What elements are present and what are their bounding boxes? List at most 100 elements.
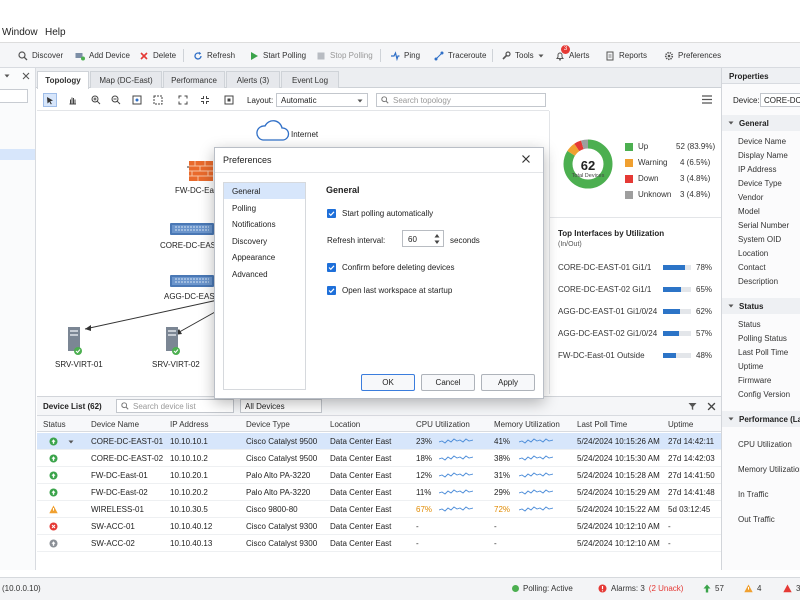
collapse-icon[interactable] xyxy=(198,93,212,107)
open-last-workspace-checkbox[interactable] xyxy=(327,286,336,295)
preferences-button[interactable]: Preferences xyxy=(664,48,721,63)
refresh-interval-stepper[interactable]: 60 xyxy=(402,230,444,247)
agg-switch-node[interactable] xyxy=(170,273,214,289)
filter-icon[interactable] xyxy=(688,402,697,411)
alarm-status[interactable]: Alarms: 3 (2 Unack) xyxy=(598,584,683,593)
tab-map-dc-east[interactable]: Map (DC-East) xyxy=(90,71,162,88)
device-select[interactable]: CORE-DC- xyxy=(760,93,800,107)
general-section-header[interactable]: General xyxy=(722,115,800,131)
performance-section-header[interactable]: Performance (Last xyxy=(722,411,800,427)
status-down-icon xyxy=(49,522,58,531)
expand-icon[interactable] xyxy=(176,93,190,107)
col-status[interactable]: Status xyxy=(43,420,66,429)
main-toolbar: Discover Add Device Delete Refresh Start… xyxy=(0,43,800,68)
alerts-button[interactable]: 3 Alerts xyxy=(555,44,589,63)
menu-window[interactable]: Window xyxy=(2,27,38,38)
cell-loc: Data Center East xyxy=(330,454,392,463)
ok-button[interactable]: OK xyxy=(361,374,415,391)
tab-alerts[interactable]: Alerts (3) xyxy=(226,71,280,88)
title-bar xyxy=(0,0,800,23)
server-2-label: SRV-VIRT-02 xyxy=(152,360,200,369)
col-memory[interactable]: Memory Utilization xyxy=(494,420,560,429)
nav-polling[interactable]: Polling xyxy=(224,200,305,216)
stop-polling-button[interactable]: Stop Polling xyxy=(316,48,373,63)
select-tool-icon[interactable] xyxy=(43,93,57,107)
delete-button[interactable]: Delete xyxy=(139,48,176,63)
open-last-workspace-label: Open last workspace at startup xyxy=(342,286,453,295)
traceroute-button[interactable]: Traceroute xyxy=(434,48,486,63)
refresh-button[interactable]: Refresh xyxy=(193,48,235,63)
zoom-selection-icon[interactable] xyxy=(151,93,165,107)
cell-ip: 10.10.40.12 xyxy=(170,522,213,531)
layout-select[interactable]: Automatic xyxy=(276,93,368,107)
table-row[interactable]: CORE-DC-EAST-02 10.10.10.2 Cisco Catalyst … xyxy=(37,450,721,467)
apply-button[interactable]: Apply xyxy=(481,374,535,391)
col-ip-address[interactable]: IP Address xyxy=(170,420,209,429)
dialog-close-icon[interactable] xyxy=(521,154,531,164)
reports-button[interactable]: Reports xyxy=(605,48,647,63)
close-icon[interactable] xyxy=(22,72,30,80)
core-switch-node[interactable] xyxy=(170,221,214,237)
zoom-in-icon[interactable] xyxy=(89,93,103,107)
zoom-out-icon[interactable] xyxy=(109,93,123,107)
status-section-header[interactable]: Status xyxy=(722,298,800,314)
wrench-icon xyxy=(501,50,511,61)
table-row[interactable]: FW-DC-East-02 10.10.20.2 Palo Alto PA-3220… xyxy=(37,484,721,501)
col-location[interactable]: Location xyxy=(330,420,360,429)
table-row[interactable]: WIRELESS-01 10.10.30.5 Cisco 9800-80 Data C… xyxy=(37,501,721,518)
left-tree-selected-item[interactable] xyxy=(0,149,35,160)
nav-notifications[interactable]: Notifications xyxy=(224,216,305,232)
nav-general[interactable]: General xyxy=(224,183,305,199)
device-list-search-input[interactable]: Search device list xyxy=(116,399,234,413)
chevron-down-icon[interactable] xyxy=(4,73,10,79)
tab-topology[interactable]: Topology xyxy=(37,71,89,89)
start-polling-button[interactable]: Start Polling xyxy=(249,48,306,63)
device-filter-select[interactable]: All Devices xyxy=(240,399,322,413)
nav-advanced[interactable]: Advanced xyxy=(224,266,305,282)
confirm-delete-checkbox[interactable] xyxy=(327,263,336,272)
stepper-down-icon[interactable] xyxy=(434,240,440,245)
add-device-button[interactable]: Add Device xyxy=(75,48,130,63)
nav-appearance[interactable]: Appearance xyxy=(224,249,305,265)
refresh-unit-label: seconds xyxy=(450,236,480,245)
col-cpu[interactable]: CPU Utilization xyxy=(416,420,470,429)
center-icon[interactable] xyxy=(222,93,236,107)
nav-discovery[interactable]: Discovery xyxy=(224,233,305,249)
tools-button[interactable]: Tools xyxy=(501,48,544,63)
property-status-row: Last Poll Time xyxy=(738,348,789,357)
close-icon[interactable] xyxy=(707,402,716,411)
col-device-name[interactable]: Device Name xyxy=(91,420,139,429)
ping-button[interactable]: Ping xyxy=(390,48,420,63)
internet-cloud-node[interactable] xyxy=(255,116,291,144)
server-node-2[interactable] xyxy=(165,326,181,356)
cell-last-poll: 5/24/2024 10:15:29 AM xyxy=(577,488,660,497)
stepper-up-icon[interactable] xyxy=(434,233,440,238)
table-row[interactable]: CORE-DC-EAST-01 10.10.10.1 Cisco Catalyst … xyxy=(37,433,721,450)
firewall-node[interactable] xyxy=(189,161,213,181)
pan-tool-icon[interactable] xyxy=(65,93,79,107)
left-search-input[interactable] xyxy=(0,89,28,103)
property-general-row: Model xyxy=(738,207,760,216)
discover-button[interactable]: Discover xyxy=(18,48,63,63)
tab-performance[interactable]: Performance xyxy=(163,71,225,88)
cell-last-poll: 5/24/2024 10:15:26 AM xyxy=(577,437,660,446)
dialog-title: Preferences xyxy=(223,155,272,165)
menu-help[interactable]: Help xyxy=(45,27,66,38)
chevron-down-icon[interactable] xyxy=(68,439,74,445)
utilization-bar xyxy=(663,309,691,314)
server-node-1[interactable] xyxy=(67,326,83,356)
table-row[interactable]: FW-DC-East-01 10.10.20.1 Palo Alto PA-3220… xyxy=(37,467,721,484)
property-general-row: System OID xyxy=(738,235,782,244)
tab-event-log[interactable]: Event Log xyxy=(281,71,339,88)
col-uptime[interactable]: Uptime xyxy=(668,420,693,429)
zoom-fit-icon[interactable] xyxy=(130,93,144,107)
table-row[interactable]: SW-ACC-01 10.10.40.12 Cisco Catalyst 9300 D… xyxy=(37,518,721,535)
topology-search-input[interactable]: Search topology xyxy=(376,93,546,107)
cancel-button[interactable]: Cancel xyxy=(421,374,475,391)
col-last-poll[interactable]: Last Poll Time xyxy=(577,420,627,429)
col-device-type[interactable]: Device Type xyxy=(246,420,290,429)
start-polling-checkbox[interactable] xyxy=(327,209,336,218)
legend-unknown-value: 3 (4.8%) xyxy=(680,190,711,199)
table-row[interactable]: SW-ACC-02 10.10.40.13 Cisco Catalyst 9300 D… xyxy=(37,535,721,552)
hamburger-menu-icon[interactable] xyxy=(702,95,712,104)
